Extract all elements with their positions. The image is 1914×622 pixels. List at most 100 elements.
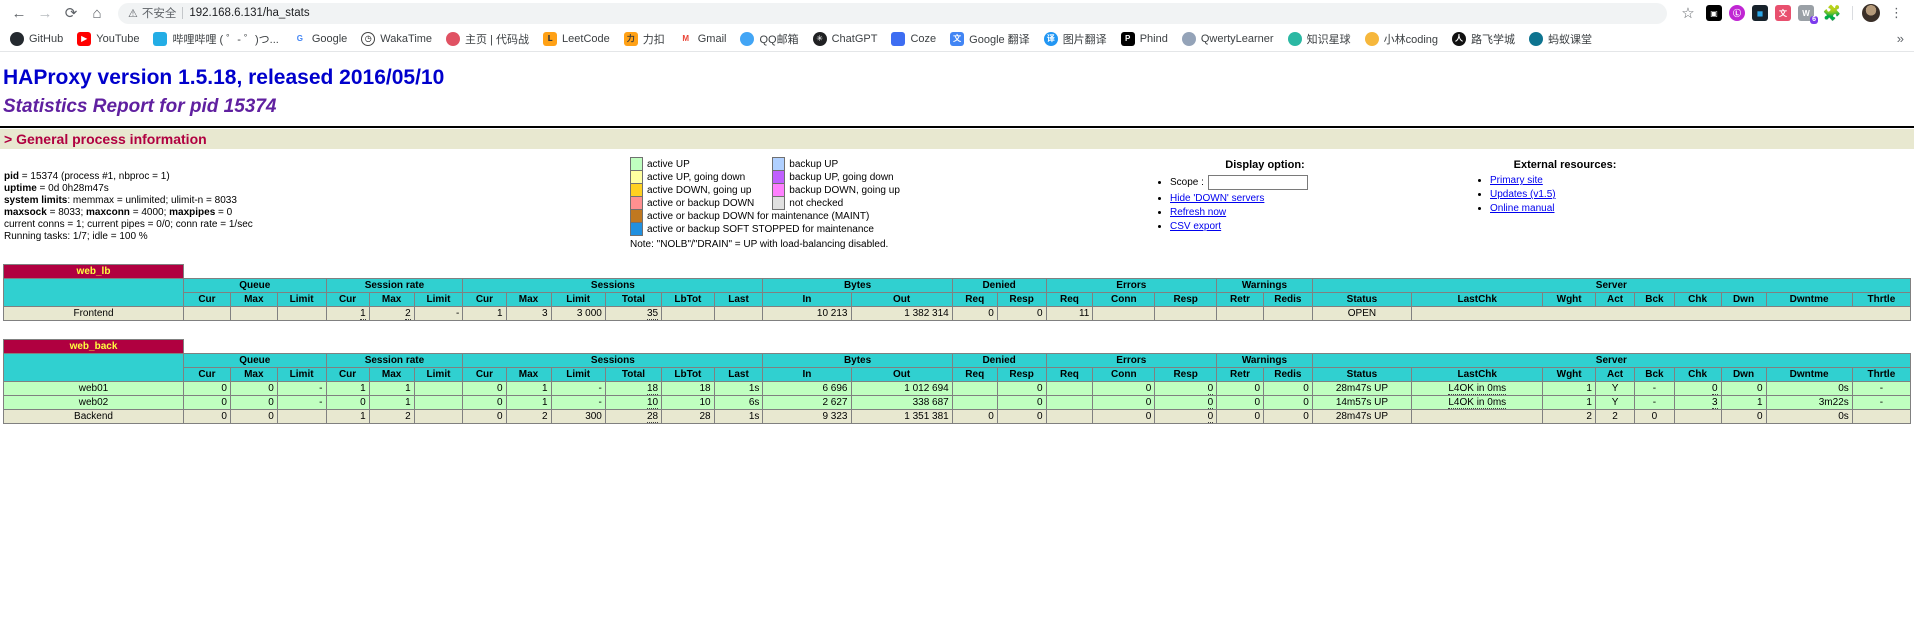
stat-cell: 1 xyxy=(326,410,369,424)
bookmark-item[interactable]: MGmail xyxy=(679,32,727,46)
table-corner xyxy=(4,354,184,382)
bookmark-item[interactable]: ⅬLeetCode xyxy=(543,32,610,46)
stat-cell xyxy=(414,396,463,410)
bookmark-item[interactable]: ✳ChatGPT xyxy=(813,32,878,46)
stat-cell: 0 xyxy=(463,382,506,396)
extension-badge: 6 xyxy=(1810,16,1818,24)
external-resource-link[interactable]: Online manual xyxy=(1490,203,1554,214)
address-bar[interactable]: ⚠ 不安全 192.168.6.131/ha_stats xyxy=(118,3,1667,24)
home-icon[interactable]: ⌂ xyxy=(86,2,108,24)
stat-cell xyxy=(1046,396,1093,410)
bookmark-item[interactable]: PPhind xyxy=(1121,32,1168,46)
bookmark-favicon: G xyxy=(293,32,307,46)
external-resources: External resources: Primary site Updates … xyxy=(1430,151,1700,217)
reload-icon[interactable]: ⟳ xyxy=(60,2,82,24)
legend-swatch xyxy=(631,197,643,210)
extension-icon-3[interactable]: 文 xyxy=(1775,5,1791,21)
external-resource-link[interactable]: Updates (v1.5) xyxy=(1490,189,1556,200)
table-corner xyxy=(4,279,184,307)
bookmark-item[interactable]: 文Google 翻译 xyxy=(950,31,1030,47)
stat-cell: - xyxy=(551,382,605,396)
bookmark-item[interactable]: 小林coding xyxy=(1365,31,1438,47)
back-icon[interactable]: ← xyxy=(8,2,30,24)
scope-input[interactable] xyxy=(1208,175,1308,190)
table-row-Backend: Backend00120230028281s9 3231 351 3810000… xyxy=(4,410,1911,424)
bookmark-item[interactable]: 力力扣 xyxy=(624,31,665,47)
stat-cell: 0 xyxy=(463,410,506,424)
table-row-Frontend: Frontend12-133 0003510 2131 382 3140011O… xyxy=(4,307,1911,321)
column-header: Cur xyxy=(184,368,231,382)
bookmark-favicon xyxy=(10,32,24,46)
external-resource-link[interactable]: Primary site xyxy=(1490,175,1543,186)
menu-kebab-icon[interactable]: ⋮ xyxy=(1887,5,1906,21)
stat-cell: 0 xyxy=(1264,382,1313,396)
bookmark-item[interactable]: QQ邮箱 xyxy=(740,31,798,47)
extension-icon-1[interactable]: Ⓛ xyxy=(1729,5,1745,21)
legend-row: active UP, going downbackup UP, going do… xyxy=(631,171,918,184)
column-header: Cur xyxy=(326,368,369,382)
stat-cell: - xyxy=(551,396,605,410)
column-group-header: Queue xyxy=(184,279,327,293)
bookmark-item[interactable]: 主页 | 代码战 xyxy=(446,31,529,47)
stat-cell xyxy=(414,382,463,396)
bookmark-item[interactable]: GGoogle xyxy=(293,32,347,46)
stat-cell: 6s xyxy=(714,396,763,410)
column-group-header: Server xyxy=(1312,354,1910,368)
bookmark-item[interactable]: 知识星球 xyxy=(1288,31,1351,47)
proxy-name[interactable]: web_back xyxy=(4,340,184,354)
bookmark-item[interactable]: ▶YouTube xyxy=(77,32,139,46)
column-group-header: Warnings xyxy=(1217,354,1313,368)
bookmark-item[interactable]: 人路飞学城 xyxy=(1452,31,1515,47)
proxy-name[interactable]: web_lb xyxy=(4,265,184,279)
column-header: Limit xyxy=(414,293,463,307)
bookmark-item[interactable]: ◷WakaTime xyxy=(361,32,432,46)
bookmark-label: Google 翻译 xyxy=(969,31,1030,47)
stat-cell: 1 xyxy=(1543,396,1596,410)
display-option-link[interactable]: Hide 'DOWN' servers xyxy=(1170,193,1264,204)
stat-cell xyxy=(1093,307,1155,321)
extension-icon-2[interactable]: ◼ xyxy=(1752,5,1768,21)
bookmark-favicon xyxy=(1288,32,1302,46)
bookmark-item[interactable]: 蚂蚁课堂 xyxy=(1529,31,1592,47)
forward-icon[interactable]: → xyxy=(34,2,56,24)
bookmark-favicon xyxy=(1182,32,1196,46)
extension-icon-0[interactable]: ▣ xyxy=(1706,5,1722,21)
profile-avatar[interactable] xyxy=(1862,4,1880,22)
bookmark-item[interactable]: GitHub xyxy=(10,32,63,46)
stat-cell: 11 xyxy=(1046,307,1093,321)
stat-cell: 10 213 xyxy=(763,307,851,321)
stat-cell: 0s xyxy=(1766,382,1852,396)
bookmark-item[interactable]: Coze xyxy=(891,32,936,46)
page-title[interactable]: HAProxy version 1.5.18, released 2016/05… xyxy=(3,66,1914,90)
bookmark-star-icon[interactable]: ☆ xyxy=(1677,2,1699,24)
column-header: Last xyxy=(714,293,763,307)
bookmarks-overflow-icon[interactable]: » xyxy=(1897,31,1904,46)
toolbar-divider xyxy=(1852,6,1853,20)
site-security-badge[interactable]: ⚠ 不安全 xyxy=(128,5,176,21)
column-header: Limit xyxy=(551,293,605,307)
column-group-header: Sessions xyxy=(463,354,763,368)
extension-icon-4[interactable]: W6 xyxy=(1798,5,1814,21)
stat-cell: 0 xyxy=(1093,396,1155,410)
proxy-table-web_lb: web_lbQueueSession rateSessionsBytesDeni… xyxy=(3,264,1911,321)
display-option-link[interactable]: CSV export xyxy=(1170,221,1221,232)
bookmark-label: WakaTime xyxy=(380,33,432,45)
bookmark-item[interactable]: QwertyLearner xyxy=(1182,32,1274,46)
column-group-header: Denied xyxy=(952,279,1046,293)
extensions-puzzle-icon[interactable]: 🧩 xyxy=(1821,2,1843,24)
bookmark-item[interactable]: 译图片翻译 xyxy=(1044,31,1107,47)
bookmark-favicon: 力 xyxy=(624,32,638,46)
display-option-link[interactable]: Refresh now xyxy=(1170,207,1226,218)
omnibox-divider xyxy=(182,7,183,19)
column-header: Status xyxy=(1312,368,1411,382)
legend-swatch xyxy=(631,223,643,236)
bookmark-item[interactable]: 哔哩哔哩 ( ゜- ゜)つ... xyxy=(153,31,278,47)
legend-swatch xyxy=(631,171,643,184)
horizontal-rule xyxy=(0,126,1914,128)
bookmark-favicon: P xyxy=(1121,32,1135,46)
stat-cell: - xyxy=(1635,382,1674,396)
column-header: Max xyxy=(506,293,551,307)
column-header: Req xyxy=(952,293,997,307)
legend-label: backup DOWN, going up xyxy=(785,184,918,197)
external-resources-title: External resources: xyxy=(1430,159,1700,171)
